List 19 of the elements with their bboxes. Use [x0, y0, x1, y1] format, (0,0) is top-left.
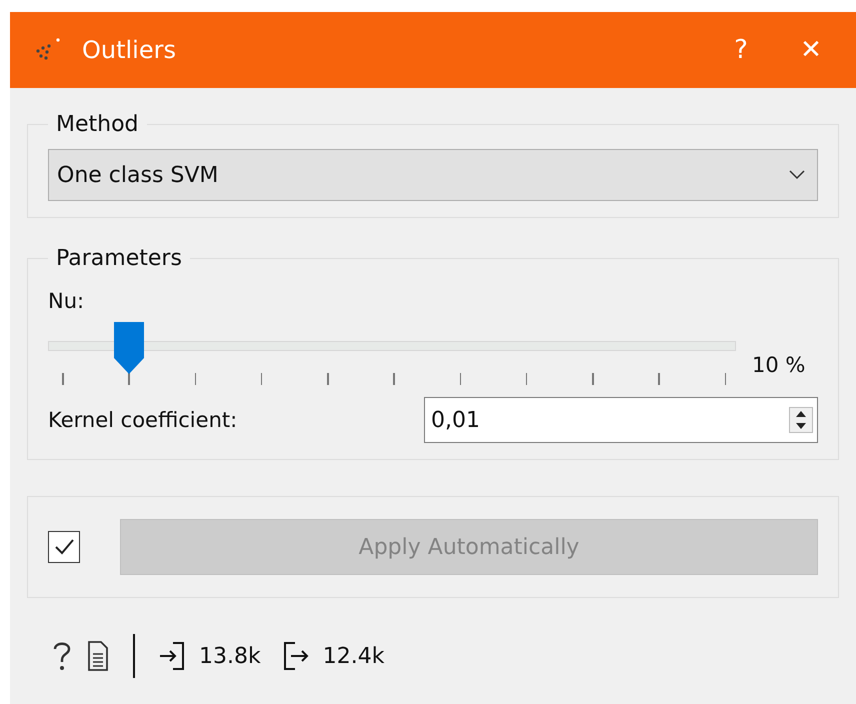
- window-title: Outliers: [82, 36, 176, 64]
- close-button[interactable]: ✕: [776, 25, 846, 75]
- kernel-coefficient-label: Kernel coefficient:: [48, 408, 238, 432]
- nu-label: Nu:: [48, 289, 86, 313]
- document-icon[interactable]: [87, 641, 109, 671]
- slider-handle[interactable]: [114, 322, 144, 374]
- kernel-coefficient-spinbox[interactable]: 0,01: [424, 397, 818, 443]
- input-arrow-icon: [159, 641, 185, 671]
- group-title: Parameters: [55, 246, 183, 271]
- method-dropdown[interactable]: One class SVM: [48, 149, 818, 201]
- spin-arrows-icon[interactable]: [789, 407, 813, 433]
- help-button[interactable]: ?: [706, 25, 776, 75]
- help-icon[interactable]: [51, 640, 73, 672]
- group-title: Method: [55, 112, 140, 137]
- chevron-down-icon: [789, 170, 805, 180]
- input-count: 13.8k: [199, 644, 261, 668]
- slider-value: 10 %: [752, 353, 806, 377]
- output-count: 12.4k: [322, 644, 384, 668]
- output-arrow-icon: [282, 641, 309, 671]
